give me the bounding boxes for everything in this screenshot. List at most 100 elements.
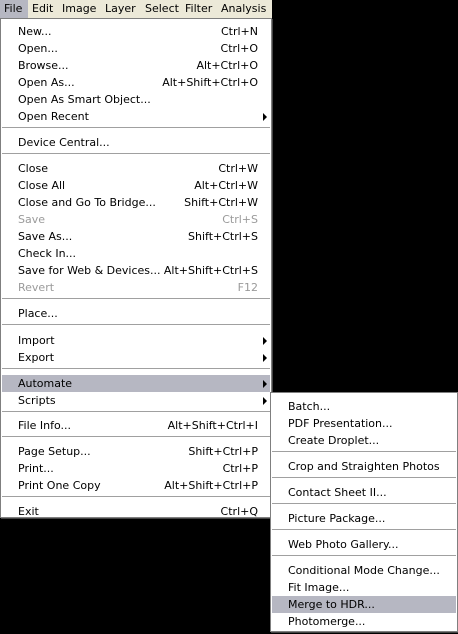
menu-separator bbox=[2, 153, 270, 155]
menu-item-new[interactable]: New... Ctrl+N bbox=[2, 23, 270, 40]
menu-item-print[interactable]: Print... Ctrl+P bbox=[2, 460, 270, 477]
submenu-item-create-droplet[interactable]: Create Droplet... bbox=[272, 432, 456, 449]
menu-item-revert: Revert F12 bbox=[2, 279, 270, 296]
menu-item-check-in[interactable]: Check In... bbox=[2, 245, 270, 262]
menu-item-save-as[interactable]: Save As... Shift+Ctrl+S bbox=[2, 228, 270, 245]
menu-item-shortcut: Alt+Shift+Ctrl+O bbox=[162, 76, 258, 89]
menu-item-save: Save Ctrl+S bbox=[2, 211, 270, 228]
menubar-edit[interactable]: Edit bbox=[28, 0, 56, 18]
menu-separator bbox=[2, 411, 270, 413]
menu-item-label: Fit Image... bbox=[288, 581, 350, 594]
automate-submenu: Batch... PDF Presentation... Create Drop… bbox=[270, 392, 458, 632]
menu-item-label: PDF Presentation... bbox=[288, 417, 393, 430]
menu-item-open-as-smart-object[interactable]: Open As Smart Object... bbox=[2, 91, 270, 108]
menubar-select[interactable]: Select bbox=[141, 0, 183, 18]
menubar-image[interactable]: Image bbox=[58, 0, 100, 18]
submenu-arrow-icon bbox=[263, 337, 267, 345]
menu-item-label: Close bbox=[18, 162, 48, 175]
menu-separator bbox=[272, 451, 456, 453]
menu-item-save-for-web[interactable]: Save for Web & Devices... Alt+Shift+Ctrl+… bbox=[2, 262, 270, 279]
menu-item-label: Crop and Straighten Photos bbox=[288, 460, 440, 473]
menu-item-shortcut: Shift+Ctrl+S bbox=[188, 230, 258, 243]
menu-item-shortcut: Shift+Ctrl+W bbox=[184, 196, 258, 209]
menu-item-label: Save bbox=[18, 213, 46, 226]
menu-item-label: Open As... bbox=[18, 76, 75, 89]
menu-item-label: Merge to HDR... bbox=[288, 598, 375, 611]
menu-item-file-info[interactable]: File Info... Alt+Shift+Ctrl+I bbox=[2, 417, 270, 434]
menu-item-label: Create Droplet... bbox=[288, 434, 380, 447]
menu-separator bbox=[2, 127, 270, 129]
menu-separator bbox=[2, 298, 270, 300]
menubar-layer[interactable]: Layer bbox=[101, 0, 141, 18]
menu-item-automate[interactable]: Automate bbox=[2, 375, 270, 392]
menu-item-shortcut: Ctrl+O bbox=[220, 42, 258, 55]
menu-item-scripts[interactable]: Scripts bbox=[2, 392, 270, 409]
menu-separator bbox=[272, 529, 456, 531]
menu-item-import[interactable]: Import bbox=[2, 332, 270, 349]
submenu-item-web-photo-gallery[interactable]: Web Photo Gallery... bbox=[272, 536, 456, 553]
menu-item-export[interactable]: Export bbox=[2, 349, 270, 366]
menu-item-open-as[interactable]: Open As... Alt+Shift+Ctrl+O bbox=[2, 74, 270, 91]
menu-item-label: Device Central... bbox=[18, 136, 110, 149]
menu-item-label: Automate bbox=[18, 377, 73, 390]
submenu-item-crop-and-straighten[interactable]: Crop and Straighten Photos bbox=[272, 458, 456, 475]
submenu-item-pdf-presentation[interactable]: PDF Presentation... bbox=[272, 415, 456, 432]
menu-item-shortcut: Alt+Shift+Ctrl+S bbox=[163, 264, 258, 277]
menu-item-place[interactable]: Place... bbox=[2, 305, 270, 322]
menubar-analysis[interactable]: Analysis bbox=[217, 0, 271, 18]
menu-item-label: Print One Copy bbox=[18, 479, 101, 492]
menu-item-label: Place... bbox=[18, 307, 58, 320]
menu-item-label: File Info... bbox=[18, 419, 72, 432]
menu-item-label: Web Photo Gallery... bbox=[288, 538, 399, 551]
menu-item-shortcut: Shift+Ctrl+P bbox=[188, 445, 258, 458]
menu-item-label: Browse... bbox=[18, 59, 69, 72]
menu-item-label: Import bbox=[18, 334, 55, 347]
submenu-item-contact-sheet[interactable]: Contact Sheet II... bbox=[272, 484, 456, 501]
submenu-arrow-icon bbox=[263, 397, 267, 405]
menu-item-label: Close and Go To Bridge... bbox=[18, 196, 156, 209]
submenu-item-conditional-mode-change[interactable]: Conditional Mode Change... bbox=[272, 562, 456, 579]
menu-item-exit[interactable]: Exit Ctrl+Q bbox=[2, 503, 270, 520]
menu-item-browse[interactable]: Browse... Alt+Ctrl+O bbox=[2, 57, 270, 74]
menu-item-shortcut: Ctrl+S bbox=[222, 213, 258, 226]
menu-item-close-and-go-to-bridge[interactable]: Close and Go To Bridge... Shift+Ctrl+W bbox=[2, 194, 270, 211]
menu-item-label: Save for Web & Devices... bbox=[18, 264, 161, 277]
menu-separator bbox=[2, 324, 270, 326]
menu-item-open-recent[interactable]: Open Recent bbox=[2, 108, 270, 125]
menu-item-label: Open Recent bbox=[18, 110, 89, 123]
menu-item-label: Batch... bbox=[288, 400, 331, 413]
submenu-arrow-icon bbox=[263, 380, 267, 388]
menu-item-shortcut: F12 bbox=[237, 281, 258, 294]
menu-item-label: Print... bbox=[18, 462, 54, 475]
menu-item-shortcut: Ctrl+Q bbox=[220, 505, 258, 518]
menubar-filter[interactable]: Filter bbox=[181, 0, 219, 18]
menu-item-device-central[interactable]: Device Central... bbox=[2, 134, 270, 151]
submenu-item-picture-package[interactable]: Picture Package... bbox=[272, 510, 456, 527]
menu-item-shortcut: Ctrl+P bbox=[222, 462, 258, 475]
menu-item-label: Open As Smart Object... bbox=[18, 93, 151, 106]
menu-item-label: Revert bbox=[18, 281, 55, 294]
menu-separator bbox=[2, 436, 270, 438]
submenu-item-fit-image[interactable]: Fit Image... bbox=[272, 579, 456, 596]
menu-item-open[interactable]: Open... Ctrl+O bbox=[2, 40, 270, 57]
menu-item-print-one-copy[interactable]: Print One Copy Alt+Shift+Ctrl+P bbox=[2, 477, 270, 494]
submenu-item-photomerge[interactable]: Photomerge... bbox=[272, 613, 456, 630]
menu-item-shortcut: Alt+Ctrl+O bbox=[196, 59, 258, 72]
menu-item-shortcut: Alt+Ctrl+W bbox=[194, 179, 258, 192]
menu-item-shortcut: Ctrl+W bbox=[218, 162, 258, 175]
menubar-file[interactable]: File bbox=[0, 0, 28, 18]
submenu-item-merge-to-hdr[interactable]: Merge to HDR... bbox=[272, 596, 456, 613]
menu-item-label: Export bbox=[18, 351, 55, 364]
menu-item-label: Conditional Mode Change... bbox=[288, 564, 440, 577]
menu-item-label: Page Setup... bbox=[18, 445, 91, 458]
menu-item-page-setup[interactable]: Page Setup... Shift+Ctrl+P bbox=[2, 443, 270, 460]
menu-separator bbox=[2, 496, 270, 498]
menu-item-close-all[interactable]: Close All Alt+Ctrl+W bbox=[2, 177, 270, 194]
menu-separator bbox=[272, 503, 456, 505]
menu-separator bbox=[272, 477, 456, 479]
submenu-arrow-icon bbox=[263, 113, 267, 121]
menu-item-close[interactable]: Close Ctrl+W bbox=[2, 160, 270, 177]
menu-item-label: Picture Package... bbox=[288, 512, 386, 525]
submenu-item-batch[interactable]: Batch... bbox=[272, 398, 456, 415]
menu-item-label: Check In... bbox=[18, 247, 77, 260]
